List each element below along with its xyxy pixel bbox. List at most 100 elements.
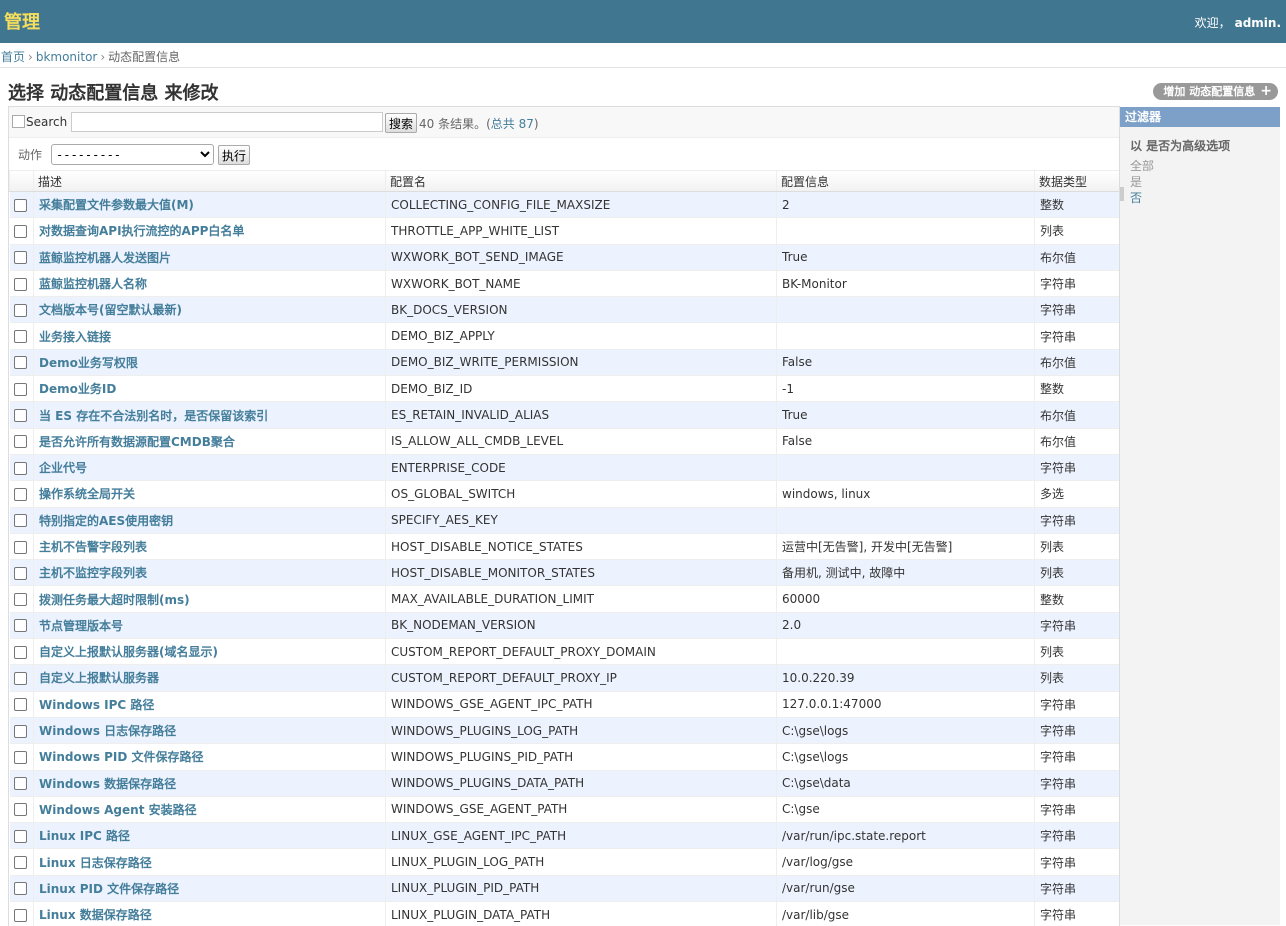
row-checkbox[interactable] bbox=[14, 541, 27, 554]
result-count: 40 条结果。(总共 87) bbox=[419, 115, 539, 132]
action-label: 动作 bbox=[18, 146, 42, 163]
row-checkbox[interactable] bbox=[14, 751, 27, 764]
row-checkbox[interactable] bbox=[14, 698, 27, 711]
search-input[interactable] bbox=[71, 112, 383, 132]
column-header-desc[interactable]: 描述 bbox=[34, 171, 386, 192]
desc-cell: 自定义上报默认服务器(域名显示) bbox=[34, 639, 386, 665]
row-desc-link[interactable]: 文档版本号(留空默认最新) bbox=[39, 303, 182, 317]
row-checkbox[interactable] bbox=[14, 882, 27, 895]
row-desc-link[interactable]: 当 ES 存在不合法别名时，是否保留该索引 bbox=[39, 409, 268, 423]
row-checkbox[interactable] bbox=[14, 356, 27, 369]
row-desc-link[interactable]: Windows Agent 安装路径 bbox=[39, 803, 197, 817]
type-cell: 字符串 bbox=[1035, 744, 1120, 770]
row-desc-link[interactable]: 自定义上报默认服务器 bbox=[39, 671, 159, 685]
row-checkbox[interactable] bbox=[14, 803, 27, 816]
action-go-button[interactable]: 执行 bbox=[218, 145, 250, 165]
desc-cell: 主机不告警字段列表 bbox=[34, 533, 386, 559]
row-checkbox[interactable] bbox=[14, 777, 27, 790]
row-checkbox[interactable] bbox=[14, 593, 27, 606]
row-desc-link[interactable]: Linux IPC 路径 bbox=[39, 829, 130, 843]
row-desc-link[interactable]: 蓝鲸监控机器人名称 bbox=[39, 277, 147, 291]
row-desc-link[interactable]: Windows PID 文件保存路径 bbox=[39, 750, 204, 764]
select-all-header bbox=[10, 171, 34, 192]
row-desc-link[interactable]: 企业代号 bbox=[39, 461, 87, 475]
value-cell bbox=[777, 323, 1035, 349]
row-desc-link[interactable]: Linux PID 文件保存路径 bbox=[39, 882, 179, 896]
row-desc-link[interactable]: 自定义上报默认服务器(域名显示) bbox=[39, 645, 218, 659]
row-desc-link[interactable]: 特别指定的AES使用密钥 bbox=[39, 514, 173, 528]
row-checkbox[interactable] bbox=[14, 646, 27, 659]
filter-option-link[interactable]: 否 bbox=[1130, 191, 1142, 205]
filter-option-link[interactable]: 是 bbox=[1130, 175, 1142, 189]
row-checkbox[interactable] bbox=[14, 304, 27, 317]
row-select-cell bbox=[10, 691, 34, 717]
row-desc-link[interactable]: Windows IPC 路径 bbox=[39, 698, 154, 712]
row-desc-link[interactable]: 业务接入链接 bbox=[39, 330, 111, 344]
row-desc-link[interactable]: Demo业务ID bbox=[39, 382, 116, 396]
key-cell: ENTERPRISE_CODE bbox=[386, 454, 777, 480]
row-desc-link[interactable]: 节点管理版本号 bbox=[39, 619, 123, 633]
add-config-button[interactable]: 增加 动态配置信息+ bbox=[1153, 83, 1278, 100]
type-cell: 布尔值 bbox=[1035, 244, 1120, 270]
value-cell: windows, linux bbox=[777, 481, 1035, 507]
type-cell: 字符串 bbox=[1035, 875, 1120, 901]
row-checkbox[interactable] bbox=[14, 330, 27, 343]
row-checkbox[interactable] bbox=[14, 278, 27, 291]
row-desc-link[interactable]: 是否允许所有数据源配置CMDB聚合 bbox=[39, 435, 235, 449]
row-checkbox[interactable] bbox=[14, 225, 27, 238]
row-desc-link[interactable]: 对数据查询API执行流控的APP白名单 bbox=[39, 224, 244, 238]
column-header-type[interactable]: 数据类型 bbox=[1035, 171, 1120, 192]
desc-cell: 蓝鲸监控机器人发送图片 bbox=[34, 244, 386, 270]
row-checkbox[interactable] bbox=[14, 619, 27, 632]
total-count-link[interactable]: 总共 87 bbox=[491, 117, 534, 131]
row-desc-link[interactable]: Linux 数据保存路径 bbox=[39, 908, 152, 922]
table-row: 主机不监控字段列表HOST_DISABLE_MONITOR_STATES备用机,… bbox=[10, 560, 1120, 586]
column-header-value[interactable]: 配置信息 bbox=[777, 171, 1035, 192]
row-desc-link[interactable]: 操作系统全局开关 bbox=[39, 487, 135, 501]
filter-option-link[interactable]: 全部 bbox=[1130, 159, 1154, 173]
row-checkbox[interactable] bbox=[14, 672, 27, 685]
table-row: Demo业务写权限DEMO_BIZ_WRITE_PERMISSIONFalse布… bbox=[10, 349, 1120, 375]
row-checkbox[interactable] bbox=[14, 830, 27, 843]
type-cell: 整数 bbox=[1035, 192, 1120, 218]
row-desc-link[interactable]: Windows 日志保存路径 bbox=[39, 724, 176, 738]
row-checkbox[interactable] bbox=[14, 567, 27, 580]
action-select[interactable]: --------- bbox=[51, 144, 214, 165]
row-checkbox[interactable] bbox=[14, 199, 27, 212]
breadcrumb-app-link[interactable]: bkmonitor bbox=[36, 50, 98, 64]
key-cell: WINDOWS_GSE_AGENT_IPC_PATH bbox=[386, 691, 777, 717]
row-desc-link[interactable]: Demo业务写权限 bbox=[39, 356, 138, 370]
type-cell: 列表 bbox=[1035, 560, 1120, 586]
row-select-cell bbox=[10, 481, 34, 507]
row-checkbox[interactable] bbox=[14, 435, 27, 448]
row-checkbox[interactable] bbox=[14, 462, 27, 475]
type-cell: 字符串 bbox=[1035, 691, 1120, 717]
type-cell: 字符串 bbox=[1035, 849, 1120, 875]
site-brand[interactable]: 管理 bbox=[4, 8, 40, 34]
username-link[interactable]: admin. bbox=[1235, 16, 1281, 30]
row-desc-link[interactable]: 主机不监控字段列表 bbox=[39, 566, 147, 580]
value-cell: 127.0.0.1:47000 bbox=[777, 691, 1035, 717]
row-checkbox[interactable] bbox=[14, 909, 27, 922]
filter-options: 全部是否 bbox=[1130, 158, 1280, 206]
key-cell: LINUX_PLUGIN_LOG_PATH bbox=[386, 849, 777, 875]
row-checkbox[interactable] bbox=[14, 409, 27, 422]
row-checkbox[interactable] bbox=[14, 514, 27, 527]
search-button[interactable]: 搜索 bbox=[385, 113, 417, 133]
table-row: Demo业务IDDEMO_BIZ_ID-1整数 bbox=[10, 376, 1120, 402]
key-cell: THROTTLE_APP_WHITE_LIST bbox=[386, 218, 777, 244]
row-desc-link[interactable]: 拨测任务最大超时限制(ms) bbox=[39, 593, 190, 607]
row-desc-link[interactable]: Linux 日志保存路径 bbox=[39, 856, 152, 870]
row-checkbox[interactable] bbox=[14, 856, 27, 869]
value-cell: 2.0 bbox=[777, 612, 1035, 638]
row-desc-link[interactable]: Windows 数据保存路径 bbox=[39, 777, 176, 791]
row-checkbox[interactable] bbox=[14, 383, 27, 396]
column-header-key[interactable]: 配置名 bbox=[386, 171, 777, 192]
row-desc-link[interactable]: 主机不告警字段列表 bbox=[39, 540, 147, 554]
row-checkbox[interactable] bbox=[14, 725, 27, 738]
row-desc-link[interactable]: 蓝鲸监控机器人发送图片 bbox=[39, 251, 171, 265]
row-desc-link[interactable]: 采集配置文件参数最大值(M) bbox=[39, 198, 194, 212]
row-checkbox[interactable] bbox=[14, 251, 27, 264]
breadcrumb-home-link[interactable]: 首页 bbox=[1, 50, 25, 64]
row-checkbox[interactable] bbox=[14, 488, 27, 501]
